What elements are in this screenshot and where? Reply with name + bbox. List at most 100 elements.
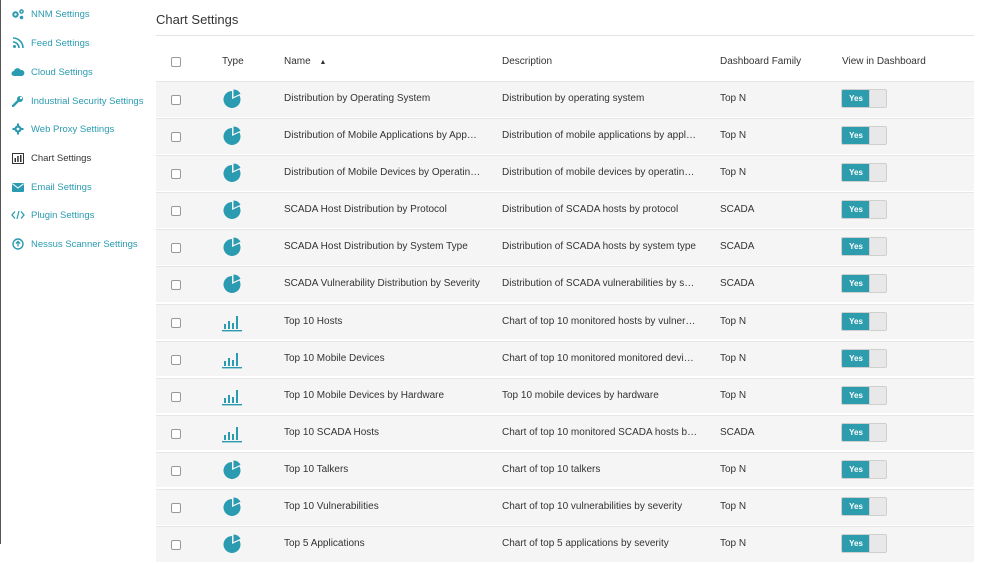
envelope-icon: [11, 181, 25, 193]
row-name: Top 5 Applications: [284, 538, 365, 550]
table-row: Distribution of Mobile Devices by Operat…: [156, 155, 974, 191]
table-row: Distribution by Operating System Distribu…: [156, 81, 974, 117]
row-dashboard-family: Top N: [720, 93, 747, 104]
sidebar-item-email-settings[interactable]: Email Settings: [11, 181, 92, 193]
toggle-knob: [869, 238, 886, 256]
view-in-dashboard-toggle[interactable]: Yes: [841, 237, 887, 257]
row-description: Chart of top 10 vulnerabilities by sever…: [502, 501, 683, 513]
toggle-knob: [869, 423, 886, 441]
table-header: Type Name ▲ Description Dashboard Family…: [156, 50, 974, 80]
view-in-dashboard-toggle[interactable]: Yes: [841, 163, 887, 183]
toggle-on-label: Yes: [842, 127, 870, 145]
view-in-dashboard-toggle[interactable]: Yes: [841, 126, 887, 146]
column-header-name[interactable]: Name ▲: [284, 56, 326, 67]
toggle-on-label: Yes: [842, 238, 870, 256]
sidebar-item-web-proxy-settings[interactable]: Web Proxy Settings: [11, 123, 114, 135]
sidebar-item-chart-settings[interactable]: Chart Settings: [11, 152, 91, 164]
column-header-name-label: Name: [284, 56, 311, 67]
row-checkbox[interactable]: [171, 465, 181, 476]
pie-chart-icon: [221, 497, 243, 517]
pie-chart-icon: [221, 126, 243, 146]
row-dashboard-family: Top N: [720, 130, 747, 142]
row-name: Top 10 Talkers: [284, 463, 349, 475]
column-header-type[interactable]: Type: [222, 56, 244, 67]
sort-ascending-icon: ▲: [319, 59, 327, 66]
row-description: Chart of top 10 monitored hosts by vulne…: [502, 315, 696, 327]
view-in-dashboard-toggle[interactable]: Yes: [841, 385, 887, 405]
row-checkbox[interactable]: [171, 391, 181, 402]
sidebar-item-feed-settings[interactable]: Feed Settings: [11, 37, 90, 49]
row-dashboard-family: Top N: [720, 389, 747, 401]
bar-chart-icon: [221, 423, 243, 443]
page-title: Chart Settings: [156, 12, 239, 27]
select-all-checkbox[interactable]: [171, 57, 181, 67]
toggle-on-label: Yes: [842, 498, 870, 516]
column-header-description[interactable]: Description: [502, 56, 552, 67]
row-checkbox[interactable]: [171, 317, 181, 328]
toggle-on-label: Yes: [842, 386, 870, 404]
row-dashboard-family: SCADA: [720, 426, 755, 438]
sidebar-item-cloud-settings[interactable]: Cloud Settings: [11, 66, 93, 78]
table-row: SCADA Host Distribution by Protocol Distr…: [156, 192, 974, 228]
code-icon: [11, 209, 25, 221]
row-checkbox[interactable]: [171, 206, 181, 217]
row-description: Distribution of SCADA vulnerabilities by…: [502, 278, 695, 290]
table-row: Top 10 Mobile Devices Chart of top 10 mon…: [156, 340, 974, 377]
row-checkbox[interactable]: [171, 503, 181, 514]
row-description: Chart of top 5 applications by severity: [502, 538, 669, 550]
sidebar-item-label: NNM Settings: [31, 8, 90, 20]
pie-chart-icon: [221, 89, 243, 109]
sidebar: NNM Settings Feed Settings Cloud Setting…: [0, 0, 150, 544]
row-checkbox[interactable]: [171, 243, 181, 254]
column-header-dashboard-family[interactable]: Dashboard Family: [720, 56, 801, 67]
sidebar-item-nessus-scanner-settings[interactable]: Nessus Scanner Settings: [11, 238, 138, 250]
row-checkbox[interactable]: [171, 280, 181, 291]
pie-chart-icon: [221, 200, 243, 220]
row-description: Distribution of mobile devices by operat…: [502, 167, 695, 179]
row-name: Top 10 SCADA Hosts: [284, 426, 380, 438]
sidebar-item-nnm-settings[interactable]: NNM Settings: [11, 8, 90, 20]
sidebar-item-label: Web Proxy Settings: [31, 123, 115, 135]
view-in-dashboard-toggle[interactable]: Yes: [841, 497, 887, 517]
row-name: SCADA Host Distribution by Protocol: [284, 204, 447, 216]
view-in-dashboard-toggle[interactable]: Yes: [841, 274, 887, 294]
bar-chart-icon: [11, 152, 25, 164]
toggle-on-label: Yes: [842, 275, 870, 293]
view-in-dashboard-toggle[interactable]: Yes: [841, 459, 887, 479]
title-divider: [156, 35, 974, 36]
rss-icon: [11, 37, 25, 49]
column-header-view-in-dashboard[interactable]: View in Dashboard: [842, 56, 926, 67]
row-checkbox[interactable]: [171, 540, 181, 551]
table-row: SCADA Vulnerability Distribution by Seve…: [156, 266, 974, 302]
toggle-on-label: Yes: [842, 460, 870, 478]
row-checkbox[interactable]: [171, 428, 181, 439]
pie-chart-icon: [221, 534, 243, 554]
sidebar-item-industrial-security-settings[interactable]: Industrial Security Settings: [11, 95, 143, 107]
toggle-knob: [869, 164, 886, 182]
row-checkbox[interactable]: [171, 132, 181, 143]
row-description: Distribution of SCADA hosts by protocol: [502, 204, 679, 216]
toggle-knob: [869, 275, 886, 293]
table-row: Top 10 Talkers Chart of top 10 talkers Top…: [156, 451, 974, 488]
toggle-on-label: Yes: [842, 164, 870, 182]
gears-icon: [11, 8, 25, 20]
row-description: Top 10 mobile devices by hardware: [502, 389, 659, 401]
view-in-dashboard-toggle[interactable]: Yes: [841, 89, 887, 108]
cloud-icon: [11, 66, 25, 78]
view-in-dashboard-toggle[interactable]: Yes: [841, 311, 887, 331]
toggle-on-label: Yes: [842, 349, 870, 367]
row-checkbox[interactable]: [171, 354, 181, 365]
view-in-dashboard-toggle[interactable]: Yes: [841, 422, 887, 442]
sidebar-item-label: Feed Settings: [31, 37, 90, 49]
view-in-dashboard-toggle[interactable]: Yes: [841, 200, 887, 220]
row-name: Distribution by Operating System: [284, 93, 431, 104]
row-description: Distribution of mobile applications by a…: [502, 130, 696, 142]
row-checkbox[interactable]: [171, 95, 181, 105]
row-name: SCADA Host Distribution by System Type: [284, 241, 468, 253]
sidebar-item-plugin-settings[interactable]: Plugin Settings: [11, 209, 94, 221]
toggle-knob: [869, 460, 886, 478]
table-row: Top 10 Mobile Devices by Hardware Top 10 …: [156, 377, 974, 414]
row-checkbox[interactable]: [171, 169, 181, 180]
view-in-dashboard-toggle[interactable]: Yes: [841, 348, 887, 368]
table-row: Top 10 Vulnerabilities Chart of top 10 vu…: [156, 489, 974, 525]
